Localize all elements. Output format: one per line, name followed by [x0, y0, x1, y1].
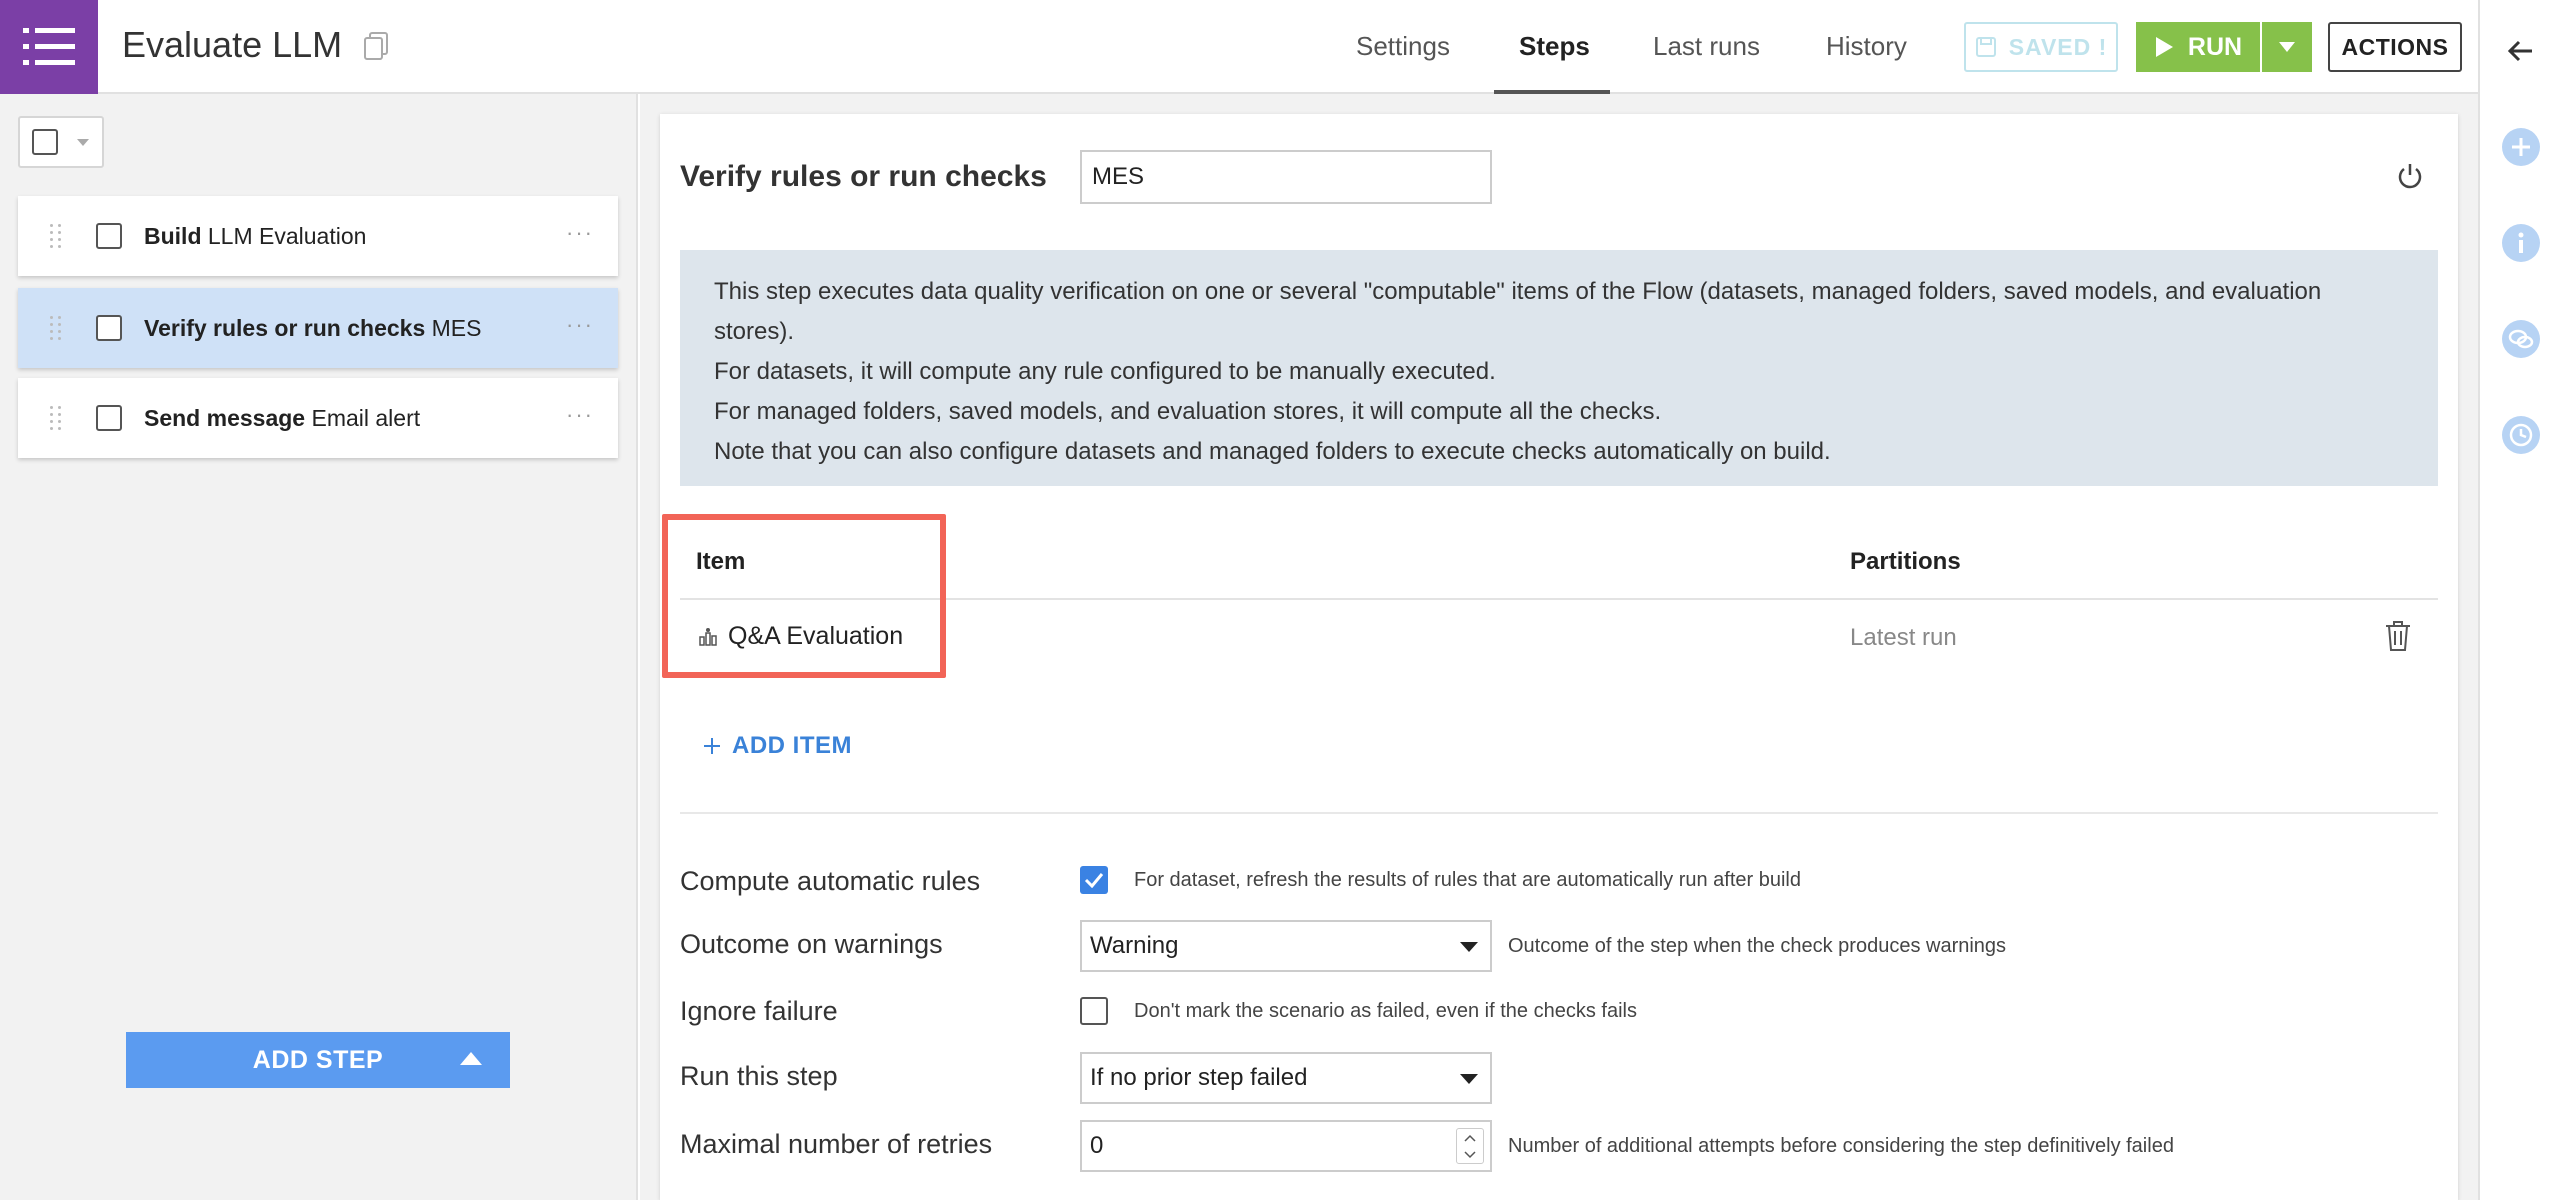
caret-up-icon [460, 1052, 482, 1065]
chevron-down-icon[interactable] [1464, 1150, 1476, 1159]
tab-history[interactable]: History [1826, 31, 1907, 62]
checkmark-icon [1084, 873, 1104, 888]
drag-handle-icon[interactable] [50, 406, 70, 430]
drag-handle-icon[interactable] [50, 224, 70, 248]
right-rail [2478, 0, 2558, 1200]
select-all-dropdown[interactable] [18, 116, 104, 168]
tab-last-runs[interactable]: Last runs [1653, 31, 1760, 62]
compute-rules-checkbox[interactable] [1080, 866, 1108, 894]
max-retries-hint: Number of additional attempts before con… [1508, 1135, 2174, 1157]
info-line: Note that you can also configure dataset… [714, 438, 1831, 465]
plus-icon [704, 738, 720, 754]
step-heading: Verify rules or run checks [680, 160, 1047, 193]
step-label: Verify rules or run checks MES [144, 315, 481, 342]
tab-settings[interactable]: Settings [1356, 31, 1450, 62]
run-button[interactable]: RUN [2136, 22, 2260, 72]
step-checkbox[interactable] [96, 223, 122, 249]
outcome-warnings-hint: Outcome of the step when the check produ… [1508, 935, 2007, 957]
step-type: Build [144, 222, 202, 249]
chevron-up-icon[interactable] [1464, 1134, 1476, 1142]
run-step-label: Run this step [680, 1061, 838, 1091]
saved-label: SAVED ! [2008, 33, 2108, 60]
page-title: Evaluate LLM [122, 24, 343, 65]
highlight-box [662, 514, 946, 678]
step-type: Verify rules or run checks [144, 314, 426, 341]
step-item-send-message[interactable]: Send message Email alert ··· [18, 378, 618, 458]
step-checkbox[interactable] [96, 405, 122, 431]
select-all-checkbox[interactable] [32, 129, 58, 155]
section-divider [680, 812, 2438, 814]
drag-handle-icon[interactable] [50, 316, 70, 340]
caret-down-icon [1460, 942, 1478, 952]
step-name-input[interactable]: MES [1080, 150, 1492, 204]
max-retries-value: 0 [1090, 1132, 1104, 1159]
outcome-warnings-label: Outcome on warnings [680, 929, 943, 959]
step-item-verify[interactable]: Verify rules or run checks MES ··· [18, 288, 618, 368]
step-label: Send message Email alert [144, 405, 420, 432]
more-options-icon[interactable]: ··· [566, 312, 594, 338]
more-options-icon[interactable]: ··· [566, 220, 594, 246]
add-step-label: ADD STEP [252, 1045, 384, 1074]
saved-button[interactable]: SAVED ! [1964, 22, 2118, 72]
actions-button[interactable]: ACTIONS [2328, 22, 2462, 72]
play-icon [2155, 37, 2173, 57]
save-disk-icon [1975, 37, 1996, 57]
run-step-select[interactable]: If no prior step failed [1080, 1052, 1492, 1104]
info-line: This step executes data quality verifica… [714, 278, 2322, 345]
caret-down-icon [1460, 1074, 1478, 1084]
info-line: For datasets, it will compute any rule c… [714, 358, 1496, 385]
outcome-warnings-select[interactable]: Warning [1080, 920, 1492, 972]
run-step-value: If no prior step failed [1090, 1064, 1308, 1091]
step-name: Email alert [311, 404, 421, 431]
max-retries-input[interactable]: 0 [1080, 1120, 1492, 1172]
max-retries-label: Maximal number of retries [680, 1129, 993, 1159]
info-icon[interactable] [2500, 222, 2542, 264]
step-description: This step executes data quality verifica… [680, 250, 2438, 486]
power-icon[interactable] [2394, 160, 2426, 192]
number-stepper[interactable] [1456, 1128, 1484, 1164]
copy-icon[interactable] [362, 31, 390, 61]
add-step-button[interactable]: ADD STEP [126, 1032, 510, 1088]
top-bar: Evaluate LLM Settings Steps Last runs Hi… [0, 0, 2478, 94]
chevron-down-icon [2279, 42, 2295, 52]
step-item-build[interactable]: Build LLM Evaluation ··· [18, 196, 618, 276]
add-circle-icon[interactable] [2500, 126, 2542, 168]
step-type: Send message [144, 404, 306, 431]
more-options-icon[interactable]: ··· [566, 402, 594, 428]
step-label: Build LLM Evaluation [144, 223, 366, 250]
history-clock-icon[interactable] [2500, 414, 2542, 456]
discussions-icon[interactable] [2500, 318, 2542, 360]
compute-rules-hint: For dataset, refresh the results of rule… [1134, 869, 1801, 891]
add-item-label: ADD ITEM [732, 732, 852, 759]
menu-button[interactable] [0, 0, 98, 94]
ignore-failure-checkbox[interactable] [1080, 997, 1108, 1025]
run-label: RUN [2187, 32, 2243, 61]
tab-steps[interactable]: Steps [1519, 31, 1590, 62]
chevron-down-icon [77, 138, 89, 146]
compute-rules-label: Compute automatic rules [680, 866, 981, 896]
column-header-partitions: Partitions [1850, 548, 1961, 575]
trash-icon[interactable] [2384, 620, 2412, 652]
arrow-left-icon[interactable] [2500, 30, 2542, 72]
step-name: LLM Evaluation [207, 222, 367, 249]
info-line: For managed folders, saved models, and e… [714, 398, 1662, 425]
ignore-failure-label: Ignore failure [680, 996, 838, 1026]
outcome-warnings-value: Warning [1090, 932, 1179, 959]
step-name: MES [431, 314, 482, 341]
item-partitions[interactable]: Latest run [1850, 624, 1957, 652]
step-checkbox[interactable] [96, 315, 122, 341]
run-options-button[interactable] [2262, 22, 2312, 72]
add-item-button[interactable]: ADD ITEM [702, 732, 852, 760]
list-menu-icon [23, 28, 75, 65]
ignore-failure-hint: Don't mark the scenario as failed, even … [1134, 1000, 1637, 1022]
